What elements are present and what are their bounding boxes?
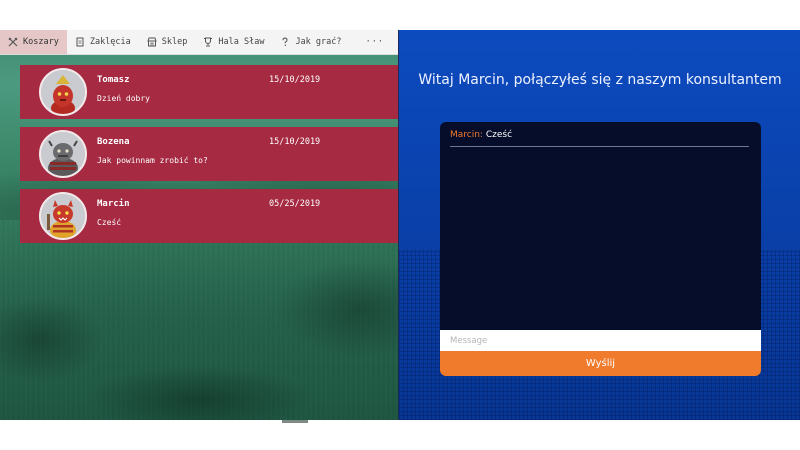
nav-item-zaklecia[interactable]: Zaklęcia xyxy=(67,30,139,54)
nav-item-hala-slaw[interactable]: Hala Sław xyxy=(195,30,272,54)
chat-list-item-bozena[interactable]: Bozena 15/10/2019 Jak powinnam zrobić to… xyxy=(20,127,398,181)
bottom-blank-area xyxy=(0,420,800,450)
chat-message-preview: Jak powinnam zrobić to? xyxy=(97,156,208,165)
chat-date: 15/10/2019 xyxy=(269,75,321,85)
chat-message-preview: Dzień dobry xyxy=(97,94,150,103)
send-button[interactable]: Wyślij xyxy=(440,351,761,376)
grey-ogre-avatar xyxy=(39,130,87,178)
chat-message: Marcin: Cześć xyxy=(450,130,512,140)
chat-list-item-tomasz[interactable]: Tomasz 15/10/2019 Dzień dobry xyxy=(20,65,398,119)
nav-item-label: Koszary xyxy=(23,37,59,47)
nav-more-button[interactable]: ··· xyxy=(358,30,398,54)
red-beast-avatar xyxy=(39,192,87,240)
chat-date: 05/25/2019 xyxy=(269,199,321,209)
top-navigation-bar: Koszary Zaklęcia Sklep Hala Sław Jak gra… xyxy=(0,30,398,55)
support-chat-panel: Witaj Marcin, połączyłeś się z naszym ko… xyxy=(398,30,800,420)
swords-icon xyxy=(8,37,18,47)
nav-item-sklep[interactable]: Sklep xyxy=(139,30,196,54)
chat-date: 15/10/2019 xyxy=(269,137,321,147)
question-icon xyxy=(280,37,290,47)
horizontal-scrollbar-thumb[interactable] xyxy=(282,420,308,423)
chat-box: Marcin: Cześć Wyślij xyxy=(440,122,761,376)
chat-sender-name: Marcin xyxy=(97,199,130,209)
nav-item-label: Hala Sław xyxy=(218,37,265,47)
nav-item-label: Jak grać? xyxy=(295,37,342,47)
chat-message-preview: Cześć xyxy=(97,218,122,227)
message-input[interactable] xyxy=(440,330,761,351)
chat-list-item-marcin[interactable]: Marcin 05/25/2019 Cześć xyxy=(20,189,398,243)
chat-message-author: Marcin: xyxy=(450,130,483,140)
shop-icon xyxy=(147,37,157,47)
nav-item-jak-grac[interactable]: Jak grać? xyxy=(272,30,349,54)
scroll-icon xyxy=(75,37,85,47)
trophy-icon xyxy=(203,37,213,47)
nav-item-koszary[interactable]: Koszary xyxy=(0,30,67,54)
red-goblin-avatar xyxy=(39,68,87,116)
chat-divider xyxy=(450,146,749,147)
nav-item-label: Zaklęcia xyxy=(89,37,131,47)
nav-item-label: Sklep xyxy=(161,37,188,47)
landscape-rocks xyxy=(0,220,398,420)
welcome-heading: Witaj Marcin, połączyłeś się z naszym ko… xyxy=(418,72,782,88)
chat-sender-name: Tomasz xyxy=(97,75,130,85)
chat-message-text: Cześć xyxy=(485,130,513,140)
chat-sender-name: Bozena xyxy=(97,137,130,147)
